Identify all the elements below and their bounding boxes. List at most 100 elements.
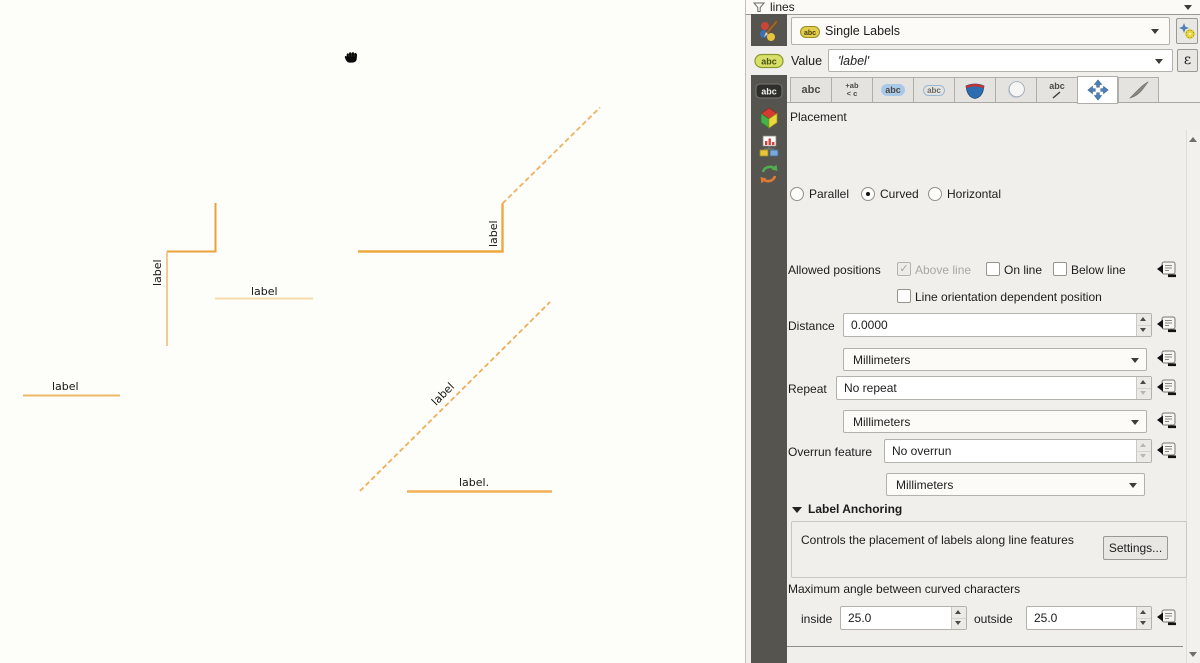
radio-curved-label: Curved bbox=[880, 187, 919, 201]
anchoring-settings-button[interactable]: Settings... bbox=[1103, 536, 1168, 560]
checkbox-on-line[interactable] bbox=[986, 262, 1000, 276]
labels-icon: abc bbox=[754, 53, 784, 69]
tab-placement[interactable] bbox=[1077, 76, 1118, 104]
spin-buttons[interactable] bbox=[1136, 377, 1151, 399]
allowed-positions-label: Allowed positions bbox=[788, 263, 881, 277]
map-label: label bbox=[151, 259, 164, 286]
automated-placement-button[interactable] bbox=[1176, 18, 1198, 44]
tab-buffer[interactable]: abc bbox=[872, 77, 913, 103]
overrun-unit-combo[interactable]: Millimeters bbox=[886, 473, 1145, 496]
shadow-tab-icon bbox=[996, 78, 1036, 102]
checkbox-below-line[interactable] bbox=[1053, 262, 1067, 276]
bottom-separator bbox=[787, 646, 1183, 647]
outside-angle-spinbox[interactable]: 25.0 bbox=[1026, 606, 1152, 630]
spin-buttons[interactable] bbox=[951, 607, 966, 629]
mask-tab-icon: abc bbox=[914, 78, 954, 102]
radio-parallel-label: Parallel bbox=[809, 187, 849, 201]
callouts-tab-icon: abc bbox=[1037, 78, 1077, 102]
background-tab-icon bbox=[955, 78, 995, 102]
overrun-unit: Millimeters bbox=[896, 478, 953, 492]
inside-angle-value: 25.0 bbox=[848, 611, 871, 625]
distance-spinbox[interactable]: 0.0000 bbox=[843, 313, 1152, 337]
sidebar-item-labels[interactable]: abc bbox=[751, 46, 787, 75]
spin-buttons[interactable] bbox=[1136, 607, 1151, 629]
distance-unit: Millimeters bbox=[853, 353, 910, 367]
expression-builder-button[interactable]: ε bbox=[1177, 49, 1198, 72]
tab-mask[interactable]: abc bbox=[913, 77, 954, 103]
text-tab-icon: abc bbox=[791, 78, 831, 102]
radio-dot bbox=[866, 192, 870, 196]
value-expression-combo[interactable]: 'label' bbox=[828, 49, 1173, 72]
layer-selector[interactable]: lines bbox=[746, 0, 1200, 15]
scroll-up-icon[interactable] bbox=[1189, 137, 1197, 142]
overrun-value: No overrun bbox=[892, 444, 951, 458]
panel-scrollbar[interactable] bbox=[1186, 130, 1200, 663]
checkbox-line-orientation[interactable] bbox=[897, 289, 911, 303]
collapse-triangle-icon[interactable] bbox=[792, 507, 802, 513]
label-type-value: Single Labels bbox=[825, 24, 900, 38]
value-expression-text: 'label' bbox=[838, 54, 869, 68]
data-defined-override-distance[interactable] bbox=[1156, 316, 1178, 334]
sidebar-item-mask[interactable]: abc bbox=[751, 78, 787, 106]
checkbox-above-line[interactable]: ✓ bbox=[897, 262, 911, 276]
sidebar-item-history[interactable] bbox=[751, 160, 787, 188]
buffer-tab-icon: abc bbox=[873, 78, 913, 102]
spin-buttons[interactable] bbox=[1136, 440, 1151, 462]
spin-down-icon[interactable] bbox=[1137, 451, 1151, 462]
tabbar-divider bbox=[787, 102, 1200, 103]
data-defined-override-repeat[interactable] bbox=[1156, 379, 1178, 397]
tab-background[interactable] bbox=[954, 77, 995, 103]
map-line-elbow-left bbox=[167, 203, 216, 252]
inside-angle-spinbox[interactable]: 25.0 bbox=[840, 606, 967, 630]
svg-text:abc: abc bbox=[804, 30, 816, 37]
spin-buttons[interactable] bbox=[1136, 314, 1151, 336]
rendering-tab-icon bbox=[1119, 78, 1158, 102]
map-label: label bbox=[487, 220, 500, 247]
repeat-unit-combo[interactable]: Millimeters bbox=[843, 410, 1147, 433]
svg-text:abc: abc bbox=[761, 87, 777, 97]
map-canvas[interactable]: label label label label label label. bbox=[0, 0, 745, 663]
sidebar-item-3d-view[interactable] bbox=[751, 104, 787, 132]
3d-cube-icon bbox=[757, 106, 781, 130]
chevron-down-icon bbox=[1129, 483, 1137, 488]
history-icon bbox=[757, 162, 781, 186]
value-label: Value bbox=[791, 54, 822, 68]
scroll-down-icon[interactable] bbox=[1189, 652, 1197, 657]
spin-down-icon[interactable] bbox=[1137, 388, 1151, 399]
overrun-spinbox[interactable]: No overrun bbox=[884, 439, 1152, 463]
data-defined-override-overrun[interactable] bbox=[1156, 442, 1178, 460]
radio-parallel[interactable] bbox=[790, 187, 804, 201]
data-defined-override-repeat-unit[interactable] bbox=[1156, 412, 1178, 430]
label-type-combo[interactable]: abc Single Labels bbox=[791, 17, 1170, 45]
spin-down-icon[interactable] bbox=[1137, 618, 1151, 629]
map-line-diagonal-bottom bbox=[360, 302, 550, 491]
chevron-down-icon bbox=[1151, 29, 1159, 34]
paintbrush-icon bbox=[757, 19, 781, 43]
single-labels-icon: abc bbox=[800, 26, 820, 38]
sidebar-item-diagrams[interactable] bbox=[751, 132, 787, 160]
data-defined-override-max-angle[interactable] bbox=[1156, 609, 1178, 627]
chevron-down-icon bbox=[1131, 358, 1139, 363]
radio-horizontal[interactable] bbox=[928, 187, 942, 201]
grab-cursor-icon bbox=[342, 49, 361, 66]
map-lines bbox=[0, 0, 745, 663]
repeat-spinbox[interactable]: No repeat bbox=[836, 376, 1152, 400]
distance-unit-combo[interactable]: Millimeters bbox=[843, 348, 1147, 371]
repeat-unit: Millimeters bbox=[853, 415, 910, 429]
overrun-label: Overrun feature bbox=[788, 445, 872, 459]
spin-down-icon[interactable] bbox=[1137, 325, 1151, 336]
tab-shadow[interactable] bbox=[995, 77, 1036, 103]
chevron-down-icon bbox=[1131, 420, 1139, 425]
radio-curved[interactable] bbox=[861, 187, 875, 201]
section-title: Placement bbox=[790, 110, 847, 124]
data-defined-override-distance-unit[interactable] bbox=[1156, 350, 1178, 368]
sidebar-item-symbology[interactable] bbox=[751, 16, 787, 44]
tab-text[interactable]: abc bbox=[790, 77, 831, 103]
data-defined-override-allowed-positions[interactable] bbox=[1156, 261, 1178, 279]
radio-horizontal-label: Horizontal bbox=[947, 187, 1001, 201]
spin-down-icon[interactable] bbox=[952, 618, 966, 629]
tab-formatting[interactable]: +ab< c bbox=[831, 77, 872, 103]
tab-rendering[interactable] bbox=[1118, 77, 1159, 103]
placement-tab-icon bbox=[1078, 77, 1117, 103]
tab-callouts[interactable]: abc bbox=[1036, 77, 1077, 103]
